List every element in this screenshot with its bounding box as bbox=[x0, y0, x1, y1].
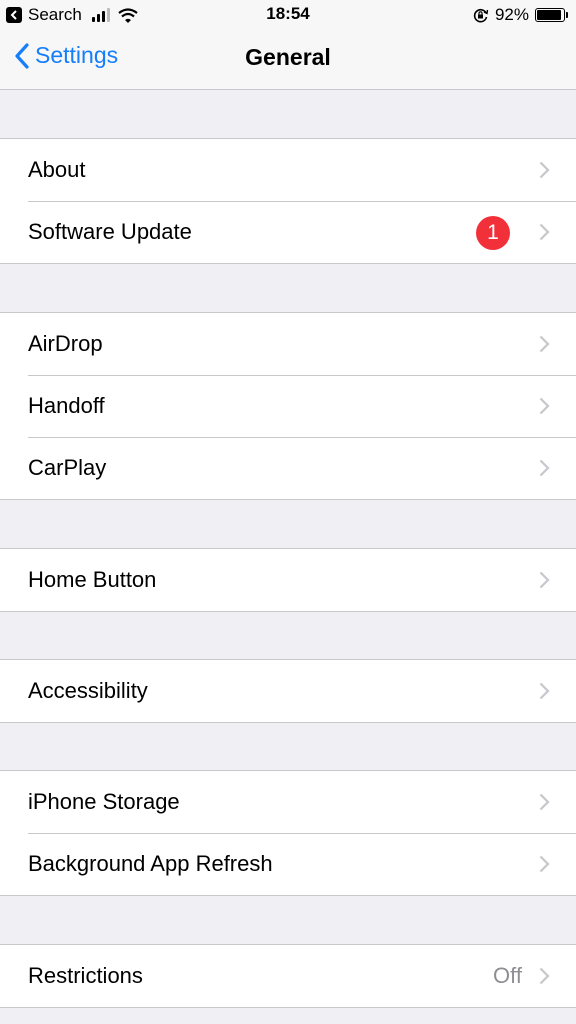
row-software-update[interactable]: Software Update 1 bbox=[0, 201, 576, 263]
row-accessibility[interactable]: Accessibility bbox=[0, 660, 576, 722]
settings-group-5: iPhone Storage Background App Refresh bbox=[0, 770, 576, 896]
chevron-right-icon bbox=[539, 967, 550, 985]
row-restrictions[interactable]: Restrictions Off bbox=[0, 945, 576, 1007]
chevron-right-icon bbox=[539, 161, 550, 179]
chevron-right-icon bbox=[539, 459, 550, 477]
row-label: iPhone Storage bbox=[28, 789, 180, 814]
row-handoff[interactable]: Handoff bbox=[0, 375, 576, 437]
orientation-lock-icon bbox=[473, 8, 489, 22]
row-label: Handoff bbox=[28, 393, 105, 418]
row-label: Accessibility bbox=[28, 678, 148, 703]
settings-group-2: AirDrop Handoff CarPlay bbox=[0, 312, 576, 500]
settings-group-3: Home Button bbox=[0, 548, 576, 612]
battery-cap bbox=[566, 12, 568, 18]
settings-group-1: About Software Update 1 bbox=[0, 138, 576, 264]
chevron-right-icon bbox=[539, 571, 550, 589]
row-label: Restrictions bbox=[28, 963, 143, 988]
chevron-right-icon bbox=[539, 793, 550, 811]
chevron-right-icon bbox=[539, 397, 550, 415]
row-value: Off bbox=[493, 963, 522, 988]
settings-group-6: Restrictions Off bbox=[0, 944, 576, 1008]
navigation-bar: Settings General bbox=[0, 30, 576, 90]
row-label: Software Update bbox=[28, 219, 192, 244]
page-title: General bbox=[245, 44, 331, 70]
row-iphone-storage[interactable]: iPhone Storage bbox=[0, 771, 576, 833]
row-label: About bbox=[28, 157, 86, 182]
chevron-right-icon bbox=[539, 335, 550, 353]
row-label: Home Button bbox=[28, 567, 157, 592]
row-about[interactable]: About bbox=[0, 139, 576, 201]
settings-group-4: Accessibility bbox=[0, 659, 576, 723]
row-label: Background App Refresh bbox=[28, 851, 273, 876]
chevron-right-icon bbox=[539, 223, 550, 241]
chevron-right-icon bbox=[539, 855, 550, 873]
status-bar: Search 18:54 92% bbox=[0, 0, 576, 30]
row-airdrop[interactable]: AirDrop bbox=[0, 313, 576, 375]
row-label: CarPlay bbox=[28, 455, 107, 480]
battery-icon bbox=[535, 8, 565, 22]
row-carplay[interactable]: CarPlay bbox=[0, 437, 576, 499]
row-home-button[interactable]: Home Button bbox=[0, 549, 576, 611]
status-right: 92% bbox=[472, 4, 568, 26]
notification-badge: 1 bbox=[476, 216, 510, 250]
row-label: AirDrop bbox=[28, 331, 103, 356]
row-background-app-refresh[interactable]: Background App Refresh bbox=[0, 833, 576, 895]
battery-fill bbox=[537, 10, 561, 20]
chevron-right-icon bbox=[539, 682, 550, 700]
battery-percent: 92% bbox=[494, 5, 529, 24]
